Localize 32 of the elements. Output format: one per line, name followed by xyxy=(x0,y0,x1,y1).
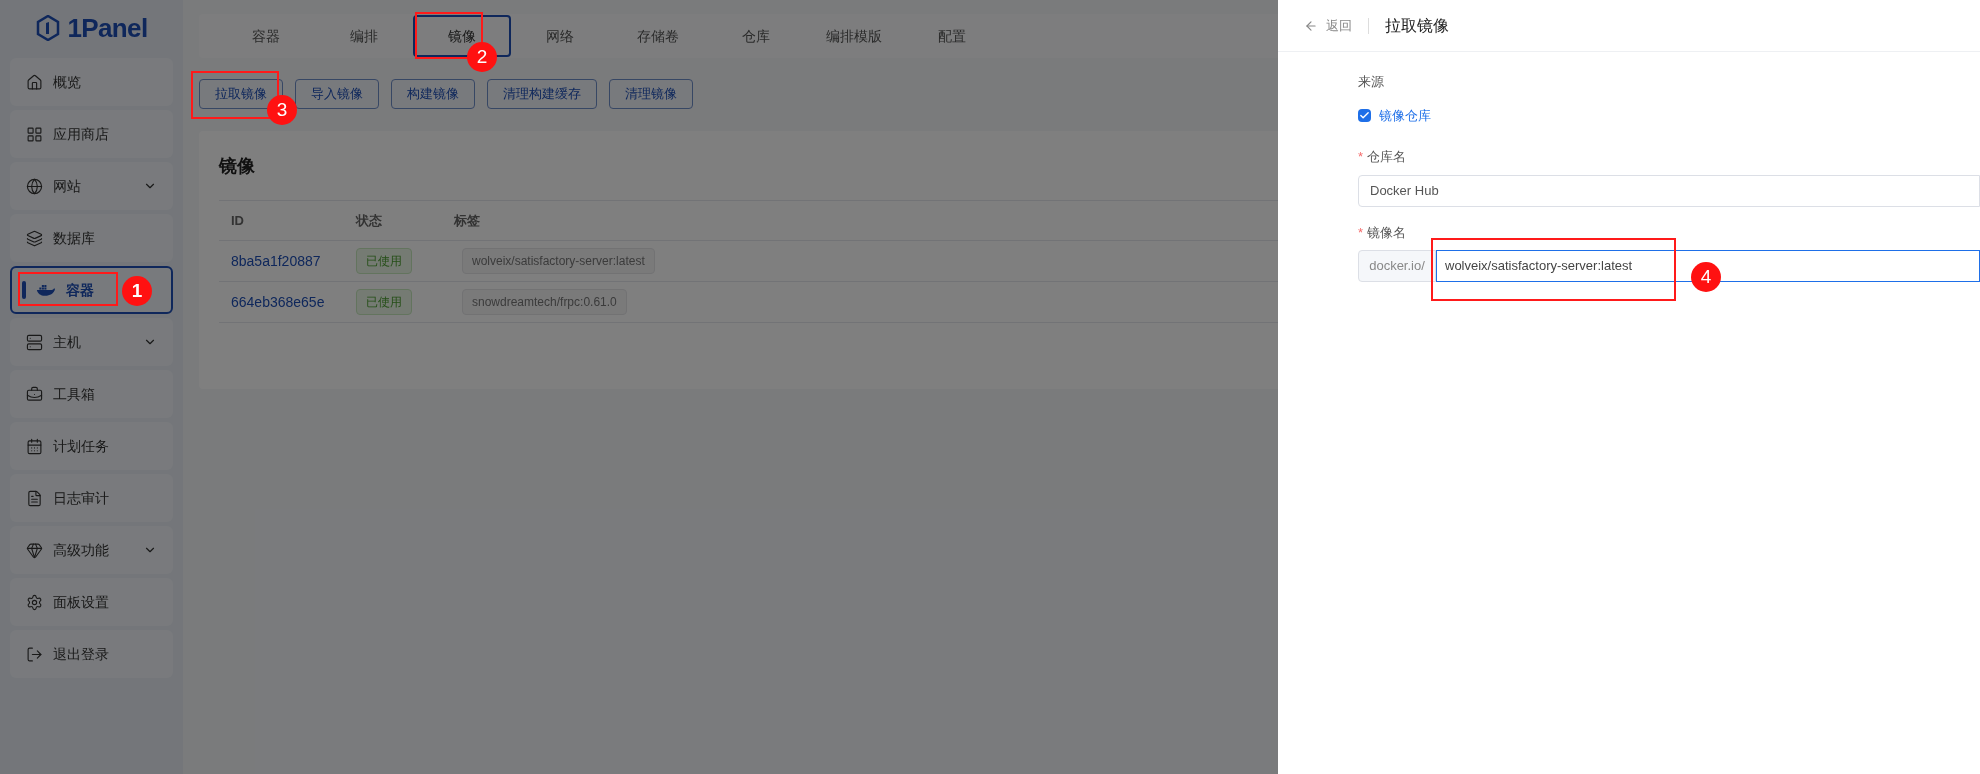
sidebar-label: 数据库 xyxy=(53,228,95,248)
required-mark: * xyxy=(1358,223,1364,242)
card-title: 镜像 xyxy=(219,155,255,178)
sidebar-label: 工具箱 xyxy=(53,384,95,404)
step-badge: 1 xyxy=(122,276,152,306)
field-label: 来源 xyxy=(1358,73,1385,91)
sidebar-label: 计划任务 xyxy=(53,436,109,456)
column-header: 状态 xyxy=(356,211,383,230)
column-header: ID xyxy=(230,211,245,230)
sidebar-label: 应用商店 xyxy=(53,124,109,144)
step-badge: 4 xyxy=(1691,262,1721,292)
status-tag: 已使用 xyxy=(356,289,412,315)
column-header: 标签 xyxy=(454,211,481,230)
input-prefix: docker.io/ xyxy=(1358,250,1436,282)
sidebar-label: 面板设置 xyxy=(53,592,109,612)
field-label: 仓库名 xyxy=(1367,148,1407,166)
sidebar-label: 退出登录 xyxy=(53,644,109,664)
required-mark: * xyxy=(1358,148,1364,166)
field-label: 镜像名 xyxy=(1367,223,1407,242)
status-tag: 已使用 xyxy=(356,248,412,274)
step-badge: 3 xyxy=(267,95,297,125)
sidebar-label: 日志审计 xyxy=(53,488,109,508)
step-badge: 2 xyxy=(467,42,497,72)
sidebar-label: 高级功能 xyxy=(53,540,109,560)
sidebar-label: 网站 xyxy=(53,176,81,196)
tag-chip: snowdreamtech/frpc:0.61.0 xyxy=(462,289,627,315)
sidebar-label: 容器 xyxy=(66,280,94,300)
tag-chip: wolveix/satisfactory-server:latest xyxy=(462,248,655,274)
drawer-title: 拉取镜像 xyxy=(1385,15,1449,36)
logo-text: 1Panel xyxy=(67,11,148,45)
sidebar-label: 概览 xyxy=(53,72,81,92)
sidebar-label: 主机 xyxy=(53,332,81,352)
